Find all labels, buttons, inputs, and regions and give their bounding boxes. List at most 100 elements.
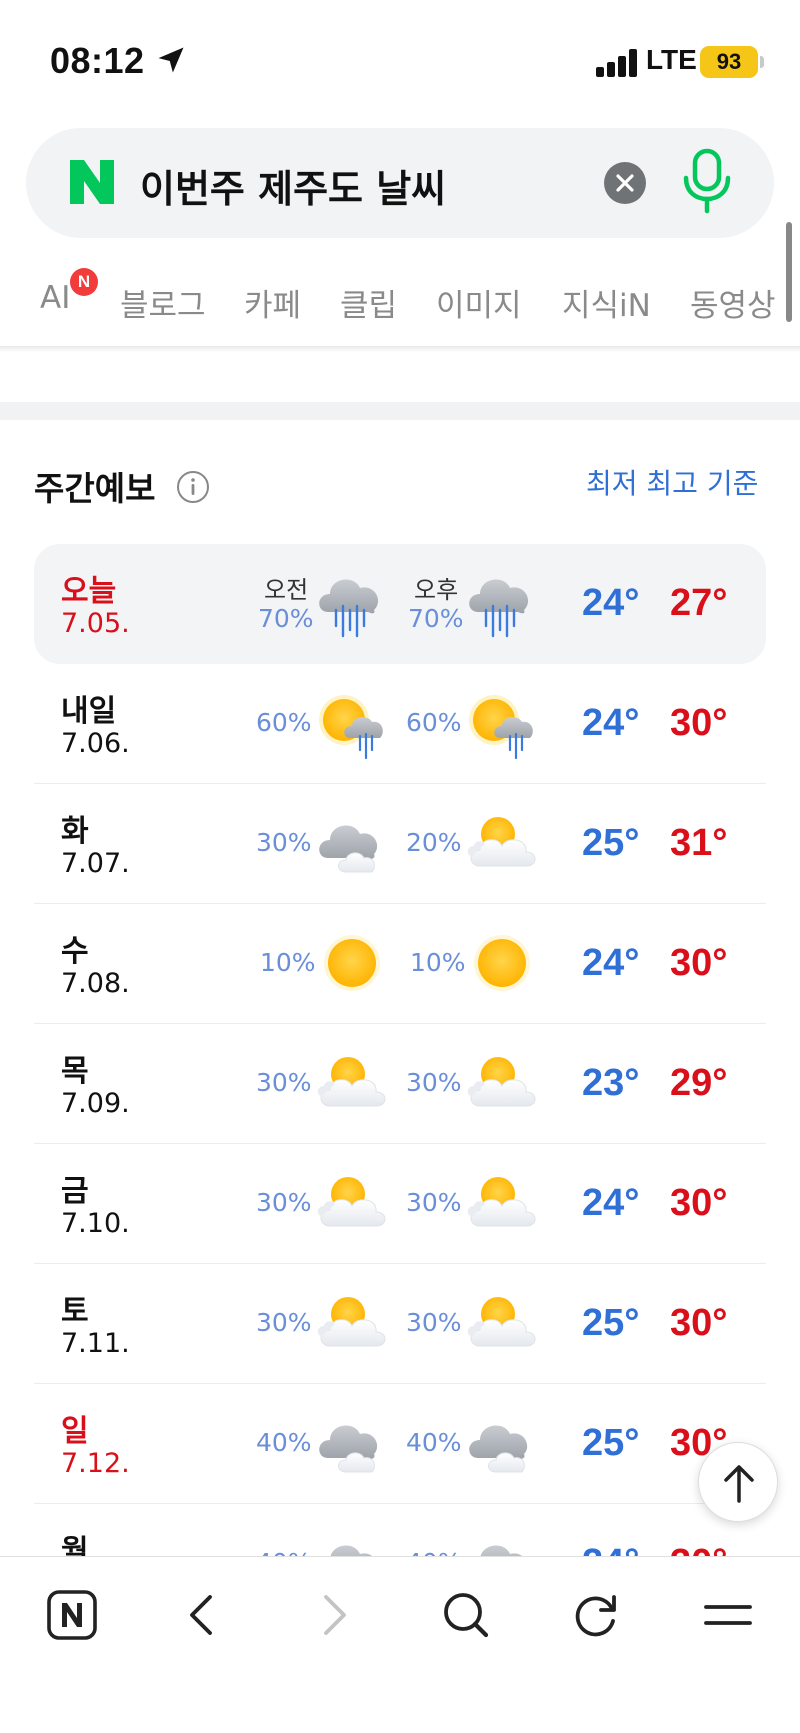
- forecast-row[interactable]: 금 7.10. 30% 30% 24° 30°: [34, 1144, 766, 1264]
- am-precip: 30%: [256, 1068, 312, 1097]
- tab-kin[interactable]: 지식iN: [562, 280, 651, 325]
- tab-cafe[interactable]: 카페: [244, 280, 301, 325]
- search-icon[interactable]: [436, 1585, 496, 1645]
- tab-ai[interactable]: AI: [40, 280, 70, 316]
- low-temp: 25°: [582, 822, 640, 864]
- tabs-divider: [0, 346, 800, 352]
- search-tabs: AI N 블로그 카페 클립 이미지 지식iN 동영상: [0, 262, 800, 334]
- low-temp: 25°: [582, 1302, 640, 1344]
- forecast-row[interactable]: 수 7.08. 10% 10% 24° 30°: [34, 904, 766, 1024]
- high-temp: 27°: [670, 582, 728, 624]
- basis-link[interactable]: 최저 최고 기준: [586, 462, 758, 502]
- am-precip: 70%: [258, 604, 314, 633]
- low-temp: 24°: [582, 942, 640, 984]
- section-divider: [0, 402, 800, 420]
- rain-icon: [316, 566, 388, 640]
- high-temp: 31°: [670, 822, 728, 864]
- pm-precip: 30%: [406, 1188, 462, 1217]
- partly-cloudy-icon: [316, 1166, 388, 1240]
- status-time: 08:12: [50, 40, 145, 81]
- day-label: 토: [61, 1294, 89, 1329]
- search-input[interactable]: 이번주 제주도 날씨: [140, 158, 446, 213]
- pm-precip: 30%: [406, 1068, 462, 1097]
- signal-icon: [596, 49, 638, 77]
- date-label: 7.08.: [61, 968, 130, 999]
- info-icon[interactable]: [176, 470, 210, 504]
- day-label: 수: [61, 934, 89, 969]
- forecast-row[interactable]: 목 7.09. 30% 30% 23° 29°: [34, 1024, 766, 1144]
- forecast-row[interactable]: 내일 7.06. 60% 60% 24° 30°: [34, 664, 766, 784]
- low-temp: 25°: [582, 1422, 640, 1464]
- naver-home-icon[interactable]: [42, 1585, 102, 1645]
- clear-button[interactable]: [604, 162, 646, 204]
- pm-precip: 10%: [410, 948, 466, 977]
- forecast-row[interactable]: 일 7.12. 40% 40% 25° 30°: [34, 1384, 766, 1504]
- am-precip: 40%: [256, 1428, 312, 1457]
- cloudy-icon: [316, 1406, 388, 1480]
- microphone-icon[interactable]: [680, 148, 734, 214]
- day-label: 일: [61, 1414, 89, 1449]
- sun-rain-icon: [316, 686, 388, 760]
- date-label: 7.12.: [61, 1448, 130, 1479]
- close-icon: [616, 174, 634, 192]
- rain-icon: [466, 566, 538, 640]
- forecast-row[interactable]: 화 7.07. 30% 20% 25° 31°: [34, 784, 766, 904]
- am-precip: 60%: [256, 708, 312, 737]
- tab-blog[interactable]: 블로그: [120, 280, 206, 325]
- am-precip: 30%: [256, 1188, 312, 1217]
- forecast-row[interactable]: 토 7.11. 30% 30% 25° 30°: [34, 1264, 766, 1384]
- forward-icon[interactable]: [304, 1585, 364, 1645]
- menu-icon[interactable]: [698, 1585, 758, 1645]
- partly-cloudy-icon: [466, 1286, 538, 1360]
- partly-cloudy-icon: [466, 1046, 538, 1120]
- high-temp: 30°: [670, 942, 728, 984]
- scroll-top-button[interactable]: [698, 1442, 778, 1522]
- date-label: 7.09.: [61, 1088, 130, 1119]
- status-bar: 08:12 LTE 93: [0, 0, 800, 120]
- high-temp: 30°: [670, 1302, 728, 1344]
- pm-precip: 70%: [408, 604, 464, 633]
- arrow-up-icon: [724, 1465, 754, 1503]
- tab-image[interactable]: 이미지: [436, 280, 522, 325]
- am-precip: 30%: [256, 828, 312, 857]
- forecast-row-today[interactable]: 오늘 7.05. 오전 70% 오후 70% 24° 27°: [34, 544, 766, 664]
- pm-label: 오후: [414, 576, 459, 604]
- high-temp: 30°: [670, 1182, 728, 1224]
- low-temp: 24°: [582, 1182, 640, 1224]
- pm-precip: 30%: [406, 1308, 462, 1337]
- refresh-icon[interactable]: [566, 1585, 626, 1645]
- partly-cloudy-icon: [466, 806, 538, 880]
- pm-precip: 20%: [406, 828, 462, 857]
- search-box[interactable]: 이번주 제주도 날씨: [26, 128, 774, 238]
- tab-clip[interactable]: 클립: [340, 280, 397, 325]
- date-label: 7.10.: [61, 1208, 130, 1239]
- low-temp: 23°: [582, 1062, 640, 1104]
- battery-icon: 93: [700, 46, 758, 78]
- am-label: 오전: [264, 576, 309, 604]
- cloudy-icon: [316, 806, 388, 880]
- tabs-scrollbar[interactable]: [786, 222, 792, 322]
- date-label: 7.05.: [61, 608, 130, 639]
- date-label: 7.11.: [61, 1328, 130, 1359]
- low-temp: 24°: [582, 582, 640, 624]
- tab-ai-label: AI: [40, 280, 71, 316]
- day-label: 내일: [61, 694, 117, 729]
- network-label: LTE: [646, 44, 697, 75]
- sunny-icon: [466, 926, 538, 1000]
- naver-logo-icon[interactable]: [66, 156, 118, 208]
- date-label: 7.07.: [61, 848, 130, 879]
- am-precip: 10%: [260, 948, 316, 977]
- cloudy-icon: [466, 1406, 538, 1480]
- battery-tip: [760, 56, 764, 68]
- low-temp: 24°: [582, 702, 640, 744]
- section-title: 주간예보: [34, 469, 156, 508]
- tab-video[interactable]: 동영상: [690, 280, 776, 325]
- day-label: 오늘: [61, 574, 117, 609]
- high-temp: 30°: [670, 702, 728, 744]
- partly-cloudy-icon: [466, 1166, 538, 1240]
- high-temp: 29°: [670, 1062, 728, 1104]
- location-arrow-icon: [158, 47, 184, 73]
- am-precip: 30%: [256, 1308, 312, 1337]
- back-icon[interactable]: [172, 1585, 232, 1645]
- new-badge: N: [70, 268, 98, 296]
